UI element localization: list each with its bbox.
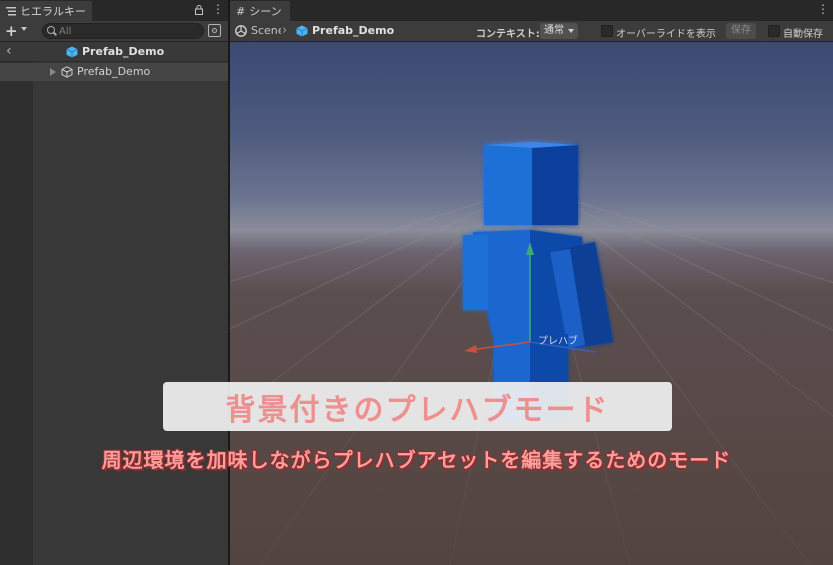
scene-viewport[interactable]: プレハブ: [230, 42, 833, 565]
overlay-subtitle: 周辺環境を加味しながらプレハブアセットを編集するためのモード: [101, 448, 732, 472]
list-item[interactable]: Prefab_Demo: [0, 63, 228, 81]
tab-hierarchy[interactable]: ヒエラルキー: [0, 1, 92, 21]
list-icon: [6, 6, 16, 15]
hierarchy-tab-bar: ヒエラルキー ⋮: [0, 0, 228, 21]
scene-render: [230, 142, 833, 565]
scene-tab-bar: # シーン ⋮: [230, 0, 833, 21]
tab-scene-label: シーン: [249, 5, 282, 18]
search-input[interactable]: [59, 24, 199, 38]
prefab-character: [463, 142, 613, 422]
pivot-label: プレハブ: [538, 336, 578, 347]
breadcrumb-scene-label: Scene: [251, 24, 281, 37]
context-dropdown[interactable]: 通常: [540, 23, 578, 39]
grid-icon: #: [236, 4, 246, 18]
scene-toolbar: Scene › Prefab_Demo コンテキスト: 通常 オーバーライドを表…: [230, 21, 833, 42]
lock-icon[interactable]: [195, 5, 203, 15]
show-overrides-checkbox[interactable]: [601, 25, 613, 37]
hierarchy-panel: ヒエラルキー ⋮ + ‹ Prefab_Demo Prefab_Demo: [0, 0, 228, 565]
add-button[interactable]: +: [5, 22, 18, 40]
overlay-title: 背景付きのプレハブモード: [163, 382, 672, 431]
prefab-title-label: Prefab_Demo: [82, 45, 165, 58]
tab-hierarchy-label: ヒエラルキー: [20, 5, 86, 18]
breadcrumb-prefab[interactable]: Prefab_Demo: [296, 24, 394, 37]
more-menu-icon[interactable]: ⋮: [212, 2, 224, 16]
breadcrumb-scene[interactable]: Scene: [235, 24, 281, 37]
prefab-cube-icon: [296, 25, 308, 36]
show-overrides-label: オーバーライドを表示: [616, 29, 716, 40]
prefab-title: Prefab_Demo: [66, 45, 164, 58]
search-field[interactable]: [42, 23, 204, 39]
hierarchy-toolbar: +: [0, 21, 228, 42]
context-label: コンテキスト:: [476, 29, 540, 40]
save-button[interactable]: 保存: [726, 23, 756, 39]
autosave-label: 自動保存: [783, 29, 823, 40]
more-menu-icon[interactable]: ⋮: [817, 2, 829, 16]
prefab-mode-header: ‹ Prefab_Demo: [0, 42, 228, 62]
gameobject-cube-icon: [61, 66, 73, 78]
back-arrow-icon[interactable]: ‹: [6, 44, 12, 58]
tab-scene[interactable]: # シーン: [230, 1, 290, 21]
chevron-down-icon[interactable]: [21, 27, 27, 31]
prefab-cube-icon: [66, 46, 78, 57]
breadcrumb-prefab-label: Prefab_Demo: [312, 24, 395, 37]
hierarchy-gutter: [0, 62, 33, 565]
autosave-checkbox[interactable]: [768, 25, 780, 37]
expand-arrow-icon[interactable]: [50, 68, 56, 76]
filter-icon[interactable]: [208, 24, 221, 37]
scene-panel: # シーン ⋮ Scene › Prefab_Demo コンテキスト: 通常 オ…: [230, 0, 833, 565]
search-icon: [47, 26, 55, 34]
unity-scene-icon: [235, 24, 247, 37]
list-item-label: Prefab_Demo: [77, 65, 151, 78]
breadcrumb-separator-icon: ›: [282, 23, 288, 38]
